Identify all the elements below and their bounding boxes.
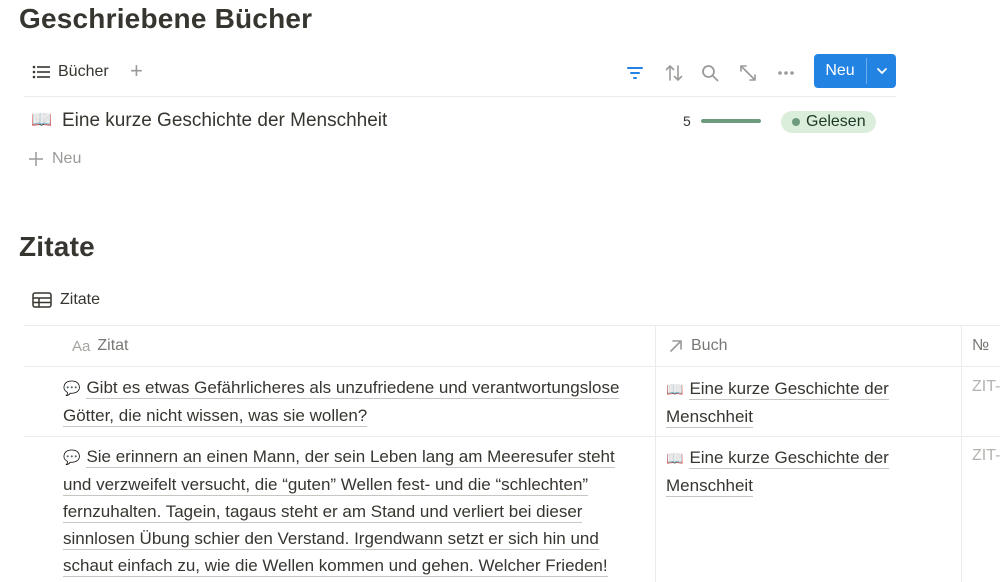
column-header-number[interactable]: №: [972, 326, 989, 366]
search-icon[interactable]: [699, 62, 721, 84]
book-link[interactable]: Menschheit: [666, 476, 753, 497]
book-relation-cell[interactable]: 📖 Eine kurze Geschichte der Menschheit: [666, 444, 956, 499]
tab-buecher[interactable]: Bücher: [32, 61, 109, 83]
page-title-quotes: Zitate: [19, 231, 95, 262]
quote-text: sinnlosen Übung schier den Verstand. Irg…: [63, 529, 599, 550]
books-view-bar: Bücher + Neu: [24, 54, 896, 97]
column-header-label: №: [972, 337, 990, 354]
add-new-row-button[interactable]: Neu: [28, 150, 81, 168]
rating-progress-fill: [701, 119, 761, 123]
speech-bubble-icon: 💬: [63, 449, 81, 465]
add-view-plus-icon[interactable]: +: [130, 60, 143, 82]
chevron-down-icon[interactable]: [867, 54, 896, 88]
quotes-view-bar: Zitate: [24, 283, 1000, 326]
column-header-label: Buch: [691, 337, 728, 354]
book-icon: 📖: [666, 450, 684, 466]
quote-text: Sie erinnern an einen Mann, der sein Leb…: [86, 447, 615, 468]
quote-id: ZIT-: [972, 447, 1000, 464]
tab-label: Zitate: [60, 291, 101, 308]
book-icon: 📖: [31, 110, 53, 129]
new-button-main[interactable]: Neu: [814, 54, 866, 88]
tab-label: Bücher: [58, 63, 109, 80]
quote-id: ZIT-: [972, 378, 1000, 395]
book-relation-cell[interactable]: 📖 Eine kurze Geschichte der Menschheit: [666, 375, 956, 430]
filter-icon[interactable]: [624, 62, 646, 84]
page-title-books: Geschriebene Bücher: [19, 3, 313, 34]
status-badge: Gelesen: [781, 111, 876, 133]
table-row[interactable]: 💬 Sie erinnern an einen Mann, der sein Le…: [63, 443, 653, 579]
expand-icon[interactable]: [737, 62, 759, 84]
status-dot-icon: [792, 118, 800, 126]
quote-text: und verzweifelt versucht, die “guten” We…: [63, 475, 589, 496]
quote-text: fernzuhalten. Tagein, tagaus steht er am…: [63, 502, 583, 523]
table-icon: [32, 292, 52, 308]
relation-arrow-icon: [670, 340, 682, 352]
book-link[interactable]: Eine kurze Geschichte der: [689, 379, 889, 400]
rating-value: 5: [683, 113, 691, 129]
book-link[interactable]: Menschheit: [666, 407, 753, 428]
book-name: Eine kurze Geschichte der Menschheit: [62, 110, 388, 131]
new-button: Neu: [814, 54, 896, 88]
book-link[interactable]: Eine kurze Geschichte der: [689, 448, 889, 469]
list-icon: [32, 65, 50, 79]
quote-text: Götter, die nicht wissen, was sie wollen…: [63, 406, 368, 427]
more-options-icon[interactable]: [775, 62, 797, 84]
speech-bubble-icon: 💬: [63, 380, 81, 396]
quote-text: Gibt es etwas Gefährlicheres als unzufri…: [86, 378, 620, 399]
column-header-zitat[interactable]: Aa Zitat: [72, 326, 128, 366]
column-header-buch[interactable]: Buch: [668, 326, 727, 366]
status-label: Gelesen: [806, 113, 866, 130]
plus-icon: [29, 152, 43, 166]
tab-zitate[interactable]: Zitate: [32, 289, 100, 311]
rating-progress-bar: [701, 119, 761, 123]
column-header-label: Zitat: [97, 337, 129, 354]
new-row-label: Neu: [52, 150, 82, 167]
text-type-icon: Aa: [72, 337, 91, 355]
quote-text: schaut einfach zu, wie die Wellen kommen…: [63, 556, 608, 577]
book-icon: 📖: [666, 381, 684, 397]
list-item[interactable]: 📖 Eine kurze Geschichte der Menschheit 5…: [24, 104, 896, 140]
sort-icon[interactable]: [663, 62, 685, 84]
table-row[interactable]: 💬 Gibt es etwas Gefährlicheres als unzufr…: [63, 374, 653, 429]
